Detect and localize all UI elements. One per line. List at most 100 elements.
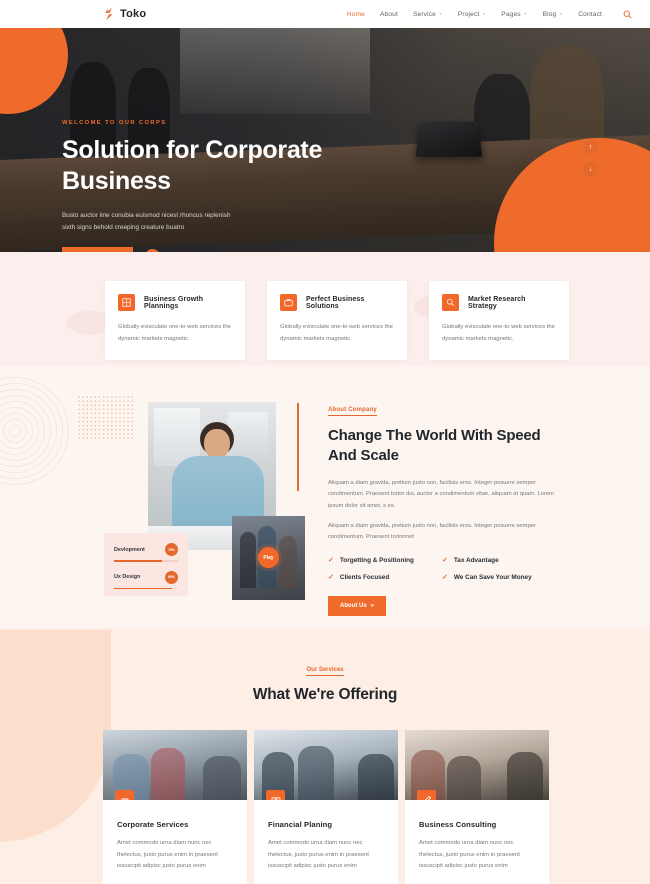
service-card-list: Corporate Services Amet commodo urna dia… — [0, 704, 650, 884]
play-icon[interactable] — [145, 249, 161, 252]
feature-text: Globally evisculate one-to web services … — [118, 324, 231, 342]
decor-swirl — [0, 376, 70, 486]
service-name: Business Consulting — [419, 820, 497, 829]
nav-item-pages[interactable]: Pages ⌄ — [501, 11, 527, 18]
check-label: We Can Save Your Money — [453, 573, 532, 581]
feature-text: Globally evisculate one-to web services … — [280, 324, 393, 342]
stat-row: Ux Design 90% — [114, 570, 178, 590]
slider-prev-button[interactable]: ↑ — [583, 140, 598, 155]
decor-dot-grid — [77, 395, 135, 441]
search-icon[interactable] — [623, 10, 632, 19]
service-card[interactable]: Financial Planing Amet commodo urna diam… — [254, 730, 398, 884]
slider-next-button[interactable]: ↓ — [583, 162, 598, 177]
feature-title: Perfect Business Solutions — [306, 295, 365, 310]
nav-label: Service — [412, 10, 436, 18]
nav-item-project[interactable]: Project ⌄ — [458, 11, 486, 18]
stat-value-badge: 90% — [165, 570, 178, 584]
feature-card-list: Business Growth Plannings Globally evisc… — [0, 252, 650, 361]
about-paragraph: Aliquam a diam gravida, pretium justo no… — [328, 522, 536, 541]
stat-value-badge: 75% — [165, 543, 178, 556]
nav-label: Contact — [578, 10, 602, 18]
chevron-down-icon: ⌄ — [438, 10, 443, 16]
service-name: Financial Planing — [268, 820, 333, 829]
services-title: What We're Offering — [252, 686, 398, 703]
service-card-body: Business Consulting Amet commodo urna di… — [405, 800, 549, 884]
stat-label: Devlopment — [114, 546, 145, 553]
briefcase-icon — [280, 294, 297, 311]
money-icon — [266, 790, 285, 800]
feature-title: Market Research Strategy — [468, 295, 526, 310]
feature-title: Business Growth Plannings — [144, 295, 204, 310]
check-label: Torgetting & Positioning — [339, 556, 414, 564]
stat-progress-track — [114, 587, 178, 590]
how-we-work-button[interactable]: How We Work — [145, 249, 209, 252]
photo-person — [203, 756, 241, 800]
toko-monogram-icon — [103, 7, 116, 21]
feature-card[interactable]: Business Growth Plannings Globally evisc… — [105, 281, 245, 361]
nav-item-about[interactable]: About — [380, 11, 398, 18]
feature-card[interactable]: Market Research Strategy Globally eviscu… — [429, 281, 569, 361]
photo-person — [507, 752, 543, 800]
photo-person-face — [204, 429, 230, 459]
about-us-label: About Us — [340, 602, 367, 609]
check-label: Tax Advantage — [453, 556, 499, 564]
main-navigation: Home About Service ⌄ Project ⌄ Pages ⌄ B… — [347, 10, 632, 19]
nav-label: Pages — [501, 10, 521, 18]
handshake-icon — [115, 790, 134, 800]
nav-label: Home — [346, 10, 365, 18]
hero-kicker: WELCOME TO OUR CORPS — [62, 120, 167, 126]
check-list-item: ✓ Torgetting & Positioning — [328, 557, 438, 564]
about-title: Change The World With Speed And Scale — [328, 427, 541, 464]
nav-label: Blog — [542, 10, 557, 18]
photo-person — [240, 532, 256, 588]
about-us-button[interactable]: About Us » — [328, 595, 387, 616]
photo-person — [151, 748, 185, 800]
stat-header: Devlopment 75% — [114, 543, 178, 556]
service-card-body: Corporate Services Amet commodo urna dia… — [103, 800, 247, 884]
check-icon: ✓ — [442, 573, 448, 581]
skills-stats-card: Devlopment 75% Ux Design 90% — [104, 533, 188, 596]
hero-title: Solution for Corporate Business — [62, 136, 323, 195]
landing-page: Toko Home About Service ⌄ Project ⌄ Page… — [0, 0, 650, 884]
decor-vertical-line — [297, 403, 299, 491]
nav-item-home[interactable]: Home — [347, 11, 365, 18]
about-kicker: About Company — [328, 407, 377, 416]
photo-window — [228, 412, 268, 462]
hero-banner: WELCOME TO OUR CORPS Solution for Corpor… — [0, 28, 650, 252]
nav-label: About — [379, 10, 398, 18]
stat-progress-fill — [114, 560, 162, 562]
check-label: Clients Focused — [339, 573, 390, 581]
stat-header: Ux Design 90% — [114, 570, 178, 584]
logo[interactable]: Toko — [103, 7, 146, 21]
pencil-icon — [417, 790, 436, 800]
check-list-item: ✓ We Can Save Your Money — [442, 574, 559, 581]
feature-header: Market Research Strategy — [442, 294, 556, 311]
video-play-button[interactable]: Play — [258, 547, 279, 568]
photo-person — [358, 754, 394, 800]
nav-item-contact[interactable]: Contact — [578, 11, 602, 18]
logo-text: Toko — [120, 8, 147, 20]
stat-label: Ux Design — [114, 574, 141, 581]
nav-item-blog[interactable]: Blog ⌄ — [543, 11, 564, 18]
check-icon: ✓ — [442, 556, 448, 564]
research-icon — [442, 294, 459, 311]
nav-label: Project — [457, 10, 480, 18]
discover-more-button[interactable]: Discover More — [62, 246, 134, 252]
photo-person — [447, 756, 481, 800]
service-card[interactable]: Business Consulting Amet commodo urna di… — [405, 730, 549, 884]
hero-actions: Discover More How We Work — [62, 246, 650, 252]
photo-person — [279, 536, 297, 588]
feature-card[interactable]: Perfect Business Solutions Globally evis… — [267, 281, 407, 361]
service-text: Amet commodo urna diam nunc nec thelectu… — [419, 840, 520, 870]
nav-item-service[interactable]: Service ⌄ — [413, 11, 443, 18]
hero-content: WELCOME TO OUR CORPS Solution for Corpor… — [0, 28, 650, 252]
chevron-down-icon: ⌄ — [481, 10, 487, 16]
services-header: Our Services What We're Offering — [0, 628, 650, 704]
service-card[interactable]: Corporate Services Amet commodo urna dia… — [103, 730, 247, 884]
about-check-list: ✓ Torgetting & Positioning ✓ Tax Advanta… — [328, 557, 559, 581]
features-section: Business Growth Plannings Globally evisc… — [0, 252, 650, 366]
chevron-down-icon: ⌄ — [523, 10, 528, 16]
check-list-item: ✓ Clients Focused — [328, 574, 438, 581]
stat-progress-track — [114, 560, 178, 562]
about-text-column: About Company Change The World With Spee… — [297, 398, 559, 616]
